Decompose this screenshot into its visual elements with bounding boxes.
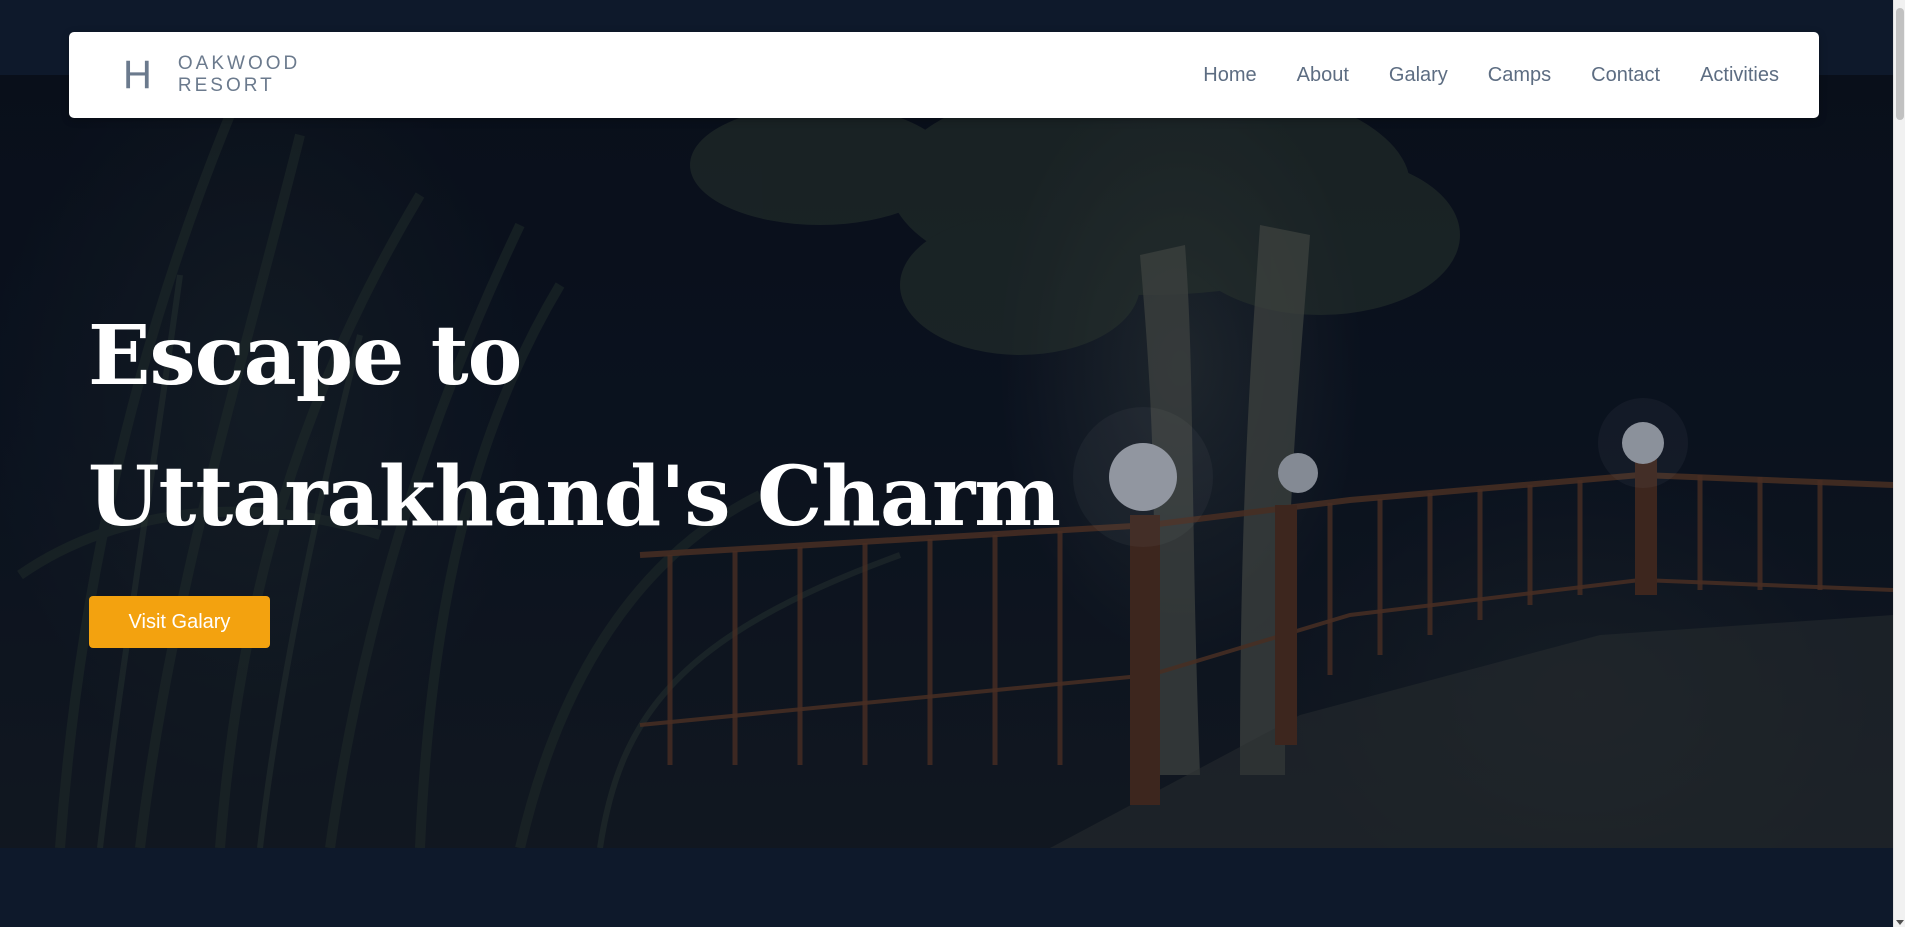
nav-link-contact[interactable]: Contact (1591, 64, 1660, 87)
brand-name-line-2: RESORT (177, 75, 275, 96)
hero-title: Escape to Uttarakhand's Charm (88, 286, 1061, 568)
top-navbar: H OAKWOOD RESORT Home About Galary Camps… (69, 32, 1819, 118)
scrollbar-thumb[interactable] (1896, 8, 1904, 120)
nav-link-activities[interactable]: Activities (1700, 64, 1779, 87)
hero-title-line-1: Escape to (88, 308, 522, 404)
brand-logo[interactable]: H OAKWOOD RESORT (123, 53, 300, 97)
page: H OAKWOOD RESORT Home About Galary Camps… (0, 0, 1905, 927)
nav-link-about[interactable]: About (1297, 64, 1349, 87)
hero-title-line-2: Uttarakhand's Charm (88, 449, 1061, 545)
page-scrollbar[interactable] (1893, 0, 1905, 927)
brand-mark: H (123, 53, 152, 97)
brand-name-line-1: OAKWOOD (177, 53, 301, 74)
nav-link-home[interactable]: Home (1203, 64, 1256, 87)
visit-gallery-button[interactable]: Visit Galary (89, 596, 270, 648)
nav-link-camps[interactable]: Camps (1488, 64, 1551, 87)
section-band (0, 848, 1893, 927)
nav-link-gallery[interactable]: Galary (1389, 64, 1448, 87)
brand-name: OAKWOOD RESORT (178, 53, 300, 97)
nav-links: Home About Galary Camps Contact Activiti… (1163, 64, 1779, 87)
scroll-down-arrow-icon[interactable] (1896, 920, 1904, 925)
